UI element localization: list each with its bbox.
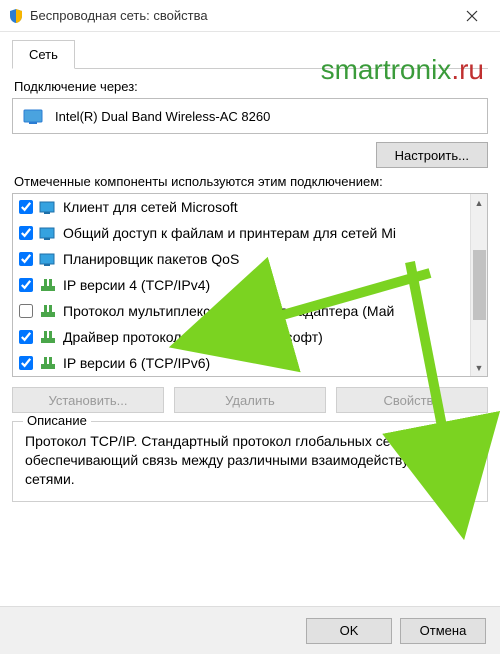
adapter-name: Intel(R) Dual Band Wireless-AC 8260 [55, 109, 270, 124]
adapter-box: Intel(R) Dual Band Wireless-AC 8260 [12, 98, 488, 134]
components-label: Отмеченные компоненты используются этим … [14, 174, 488, 189]
net-sched-icon [39, 251, 57, 267]
component-label: Протокол мультиплексора сетевого адаптер… [63, 303, 394, 319]
titlebar: Беспроводная сеть: свойства [0, 0, 500, 32]
component-label: Драйвер протокола LLDP (Майкрософт) [63, 329, 323, 345]
description-text: Протокол TCP/IP. Стандартный протокол гл… [25, 432, 475, 489]
scroll-thumb[interactable] [473, 250, 486, 320]
description-group: Описание Протокол TCP/IP. Стандартный пр… [12, 421, 488, 502]
window-title: Беспроводная сеть: свойства [30, 8, 452, 23]
list-item[interactable]: Клиент для сетей Microsoft [13, 194, 470, 220]
list-item[interactable]: Драйвер протокола LLDP (Майкрософт) [13, 324, 470, 350]
component-label: IP версии 4 (TCP/IPv4) [63, 277, 210, 293]
component-checkbox[interactable] [19, 200, 33, 214]
component-label: Общий доступ к файлам и принтерам для се… [63, 225, 396, 241]
list-item[interactable]: IP версии 4 (TCP/IPv4) [13, 272, 470, 298]
list-item[interactable]: IP версии 6 (TCP/IPv6) [13, 350, 470, 376]
component-checkbox[interactable] [19, 330, 33, 344]
tab-strip: Сеть [12, 40, 488, 69]
adapter-icon [23, 107, 45, 125]
cancel-button[interactable]: Отмена [400, 618, 486, 644]
component-checkbox[interactable] [19, 356, 33, 370]
component-label: Клиент для сетей Microsoft [63, 199, 238, 215]
close-button[interactable] [452, 0, 492, 32]
net-client-icon [39, 199, 57, 215]
components-listbox[interactable]: Клиент для сетей Microsoft Общий доступ к… [12, 193, 488, 377]
list-item[interactable]: Общий доступ к файлам и принтерам для се… [13, 220, 470, 246]
ok-button[interactable]: OK [306, 618, 392, 644]
shield-icon [8, 8, 24, 24]
dialog-body: Сеть Подключение через: Intel(R) Dual Ba… [0, 32, 500, 502]
component-checkbox[interactable] [19, 252, 33, 266]
component-label: IP версии 6 (TCP/IPv6) [63, 355, 210, 371]
component-buttons-row: Установить... Удалить Свойства [12, 387, 488, 413]
remove-button[interactable]: Удалить [174, 387, 326, 413]
scrollbar[interactable]: ▲ ▼ [470, 194, 487, 376]
component-label: Планировщик пакетов QoS [63, 251, 239, 267]
description-legend: Описание [23, 413, 91, 428]
net-share-icon [39, 225, 57, 241]
net-proto-icon [39, 277, 57, 293]
tab-network[interactable]: Сеть [12, 40, 75, 69]
configure-button[interactable]: Настроить... [376, 142, 488, 168]
properties-button[interactable]: Свойства [336, 387, 488, 413]
install-button[interactable]: Установить... [12, 387, 164, 413]
list-item[interactable]: Протокол мультиплексора сетевого адаптер… [13, 298, 470, 324]
connect-via-label: Подключение через: [14, 79, 488, 94]
scroll-down-icon[interactable]: ▼ [471, 359, 488, 376]
component-checkbox[interactable] [19, 278, 33, 292]
net-proto-icon [39, 303, 57, 319]
component-checkbox[interactable] [19, 226, 33, 240]
component-checkbox[interactable] [19, 304, 33, 318]
scroll-up-icon[interactable]: ▲ [471, 194, 488, 211]
net-proto-icon [39, 355, 57, 371]
list-item[interactable]: Планировщик пакетов QoS [13, 246, 470, 272]
dialog-footer: OK Отмена [0, 606, 500, 654]
net-proto-icon [39, 329, 57, 345]
